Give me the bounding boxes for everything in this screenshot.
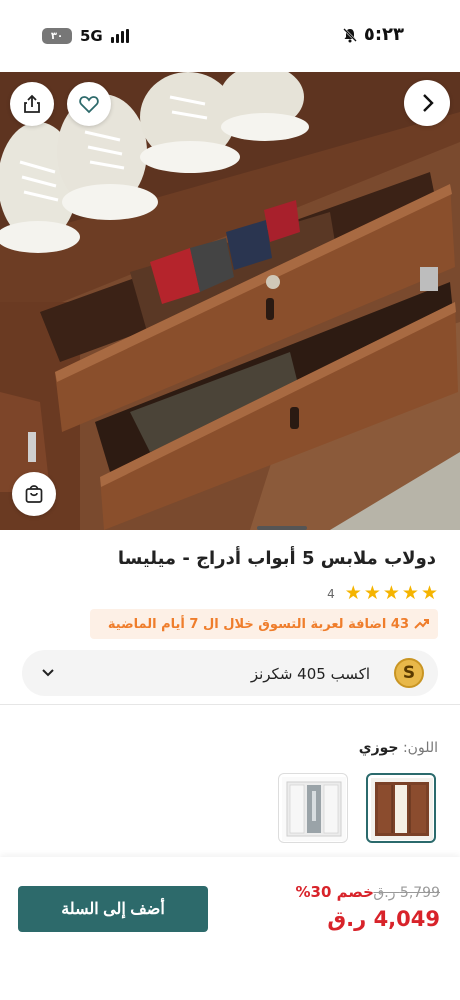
star-icon: ★: [363, 582, 381, 604]
trend-text: 43 اضافة لعربة التسوق خلال ال 7 أيام الم…: [107, 616, 409, 632]
carousel-indicator: [257, 526, 307, 530]
rating-stars: ★ ★ ★ ★ ★: [345, 584, 438, 603]
color-value: جوزي: [358, 740, 399, 756]
color-swatch-white[interactable]: [278, 773, 348, 843]
share-button[interactable]: [10, 82, 54, 126]
star-icon: ★: [401, 582, 419, 604]
divider: [0, 704, 460, 705]
walnut-wardrobe-thumb: [371, 778, 433, 840]
status-left: ٣٠ 5G: [42, 27, 129, 45]
product-image-carousel[interactable]: [0, 72, 460, 530]
star-icon: ★: [382, 582, 400, 604]
clock: ٥:٢٣: [363, 24, 404, 45]
current-price: 4,049 ر.ق: [327, 907, 440, 931]
chevron-right-icon: [423, 94, 434, 112]
rating[interactable]: 4 ★ ★ ★ ★ ★: [327, 584, 438, 603]
chevron-down-icon: [42, 669, 54, 677]
rating-count: 4: [327, 586, 335, 601]
trend-badge: 43 اضافة لعربة التسوق خلال ال 7 أيام الم…: [90, 609, 438, 639]
rewards-text: اكسب 405 شكرنز: [250, 665, 370, 683]
share-icon: [24, 94, 40, 113]
status-bar: ٣٠ 5G ٥:٢٣: [0, 0, 460, 72]
rewards-banner[interactable]: اكسب 405 شكرنز S: [22, 650, 438, 696]
color-swatch-walnut[interactable]: [366, 773, 436, 843]
discount-badge: خصم 30%: [295, 883, 374, 901]
rewards-coin-icon: S: [394, 658, 424, 688]
star-icon: ★: [420, 582, 438, 604]
original-price: 5,799 ر.ق: [373, 885, 440, 901]
bottom-purchase-bar: أضف إلى السلة خصم 30% 5,799 ر.ق 4,049 ر.…: [0, 857, 460, 1000]
cart-button[interactable]: [12, 472, 56, 516]
status-right: ٥:٢٣: [342, 24, 404, 45]
product-title: دولاب ملابس 5 أبواب أدراج - ميليسا: [117, 548, 436, 569]
color-label: اللون: جوزي: [359, 740, 438, 756]
color-key: اللون:: [402, 740, 438, 756]
white-wardrobe-thumb: [282, 777, 346, 841]
trending-up-icon: [414, 619, 429, 629]
signal-icon: [110, 29, 129, 43]
next-image-button[interactable]: [404, 80, 450, 126]
battery-icon: ٣٠: [42, 28, 72, 44]
star-icon: ★: [344, 582, 362, 604]
network-type: 5G: [80, 27, 103, 45]
shopping-bag-icon: [25, 485, 43, 503]
favorite-button[interactable]: [67, 82, 111, 126]
muted-bell-icon: [342, 27, 357, 42]
add-to-cart-button[interactable]: أضف إلى السلة: [18, 886, 208, 932]
product-photo: [0, 72, 460, 530]
heart-icon: [79, 96, 99, 114]
